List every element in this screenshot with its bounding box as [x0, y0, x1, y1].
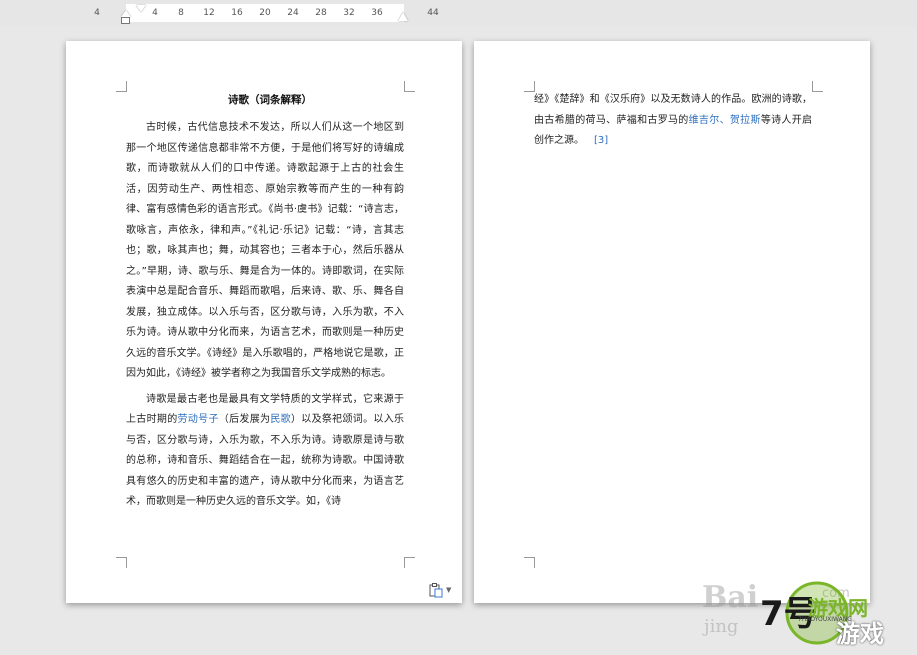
ruler-tick: 44: [427, 8, 439, 18]
link-minge[interactable]: 民歌: [270, 414, 291, 425]
link-virgil[interactable]: 维吉尔: [689, 115, 720, 126]
first-line-indent-marker[interactable]: [136, 5, 146, 12]
site-logo: 7号 游戏网 游戏 7HAOYOUXIWANG: [752, 574, 912, 655]
ruler-tick: 4: [152, 8, 158, 18]
document-page-2[interactable]: 经》《楚辞》和《汉乐府》以及无数诗人的作品。欧洲的诗歌，由古希腊的荷马、萨福和古…: [474, 41, 870, 603]
watermark: Bai jing com 7号 游戏网 游戏 7HAOYOUXIWANG: [702, 574, 917, 655]
hanging-indent-marker[interactable]: [121, 10, 131, 17]
crop-mark: [116, 557, 127, 568]
ruler-tick: 8: [178, 8, 184, 18]
ruler-tick: 20: [259, 8, 271, 18]
crop-mark: [404, 81, 415, 92]
crop-mark: [116, 81, 127, 92]
jingyan-watermark-text: jing: [704, 616, 739, 637]
ruler-tick: 28: [315, 8, 327, 18]
ruler-tick: 12: [203, 8, 215, 18]
crop-mark: [404, 557, 415, 568]
crop-mark: [524, 557, 535, 568]
baidu-watermark-text: Bai: [702, 580, 759, 615]
link-horace[interactable]: 贺拉斯: [730, 115, 761, 126]
paragraph: 诗歌是最古老也是最具有文学特质的文学样式，它来源于上古时期的劳动号子（后发展为民…: [126, 390, 404, 513]
link-separator: 、: [719, 114, 730, 126]
paragraph-text: （后发展为: [218, 414, 271, 425]
link-laodong-haozi[interactable]: 劳动号子: [178, 414, 219, 425]
paragraph: 古时候，古代信息技术不发达，所以人们从这一个地区到那一个地区传递信息都非常不方便…: [126, 122, 404, 379]
citation-link[interactable]: [3]: [594, 135, 608, 146]
logo-english: 7HAOYOUXIWANG: [798, 616, 852, 623]
document-page-1[interactable]: 诗歌（词条解释） 古时候，古代信息技术不发达，所以人们从这一个地区到那一个地区传…: [66, 41, 462, 603]
paragraph-text: ）以及祭祀颂词。以入乐与否，区分歌与诗，入乐为歌，不入乐为诗。诗歌原是诗与歌的总…: [126, 414, 405, 507]
ruler-tick: 16: [231, 8, 243, 18]
document-title: 诗歌（词条解释）: [228, 94, 312, 106]
horizontal-ruler[interactable]: 4 4 8 12 16 20 24 28 32 36 44: [0, 0, 917, 26]
left-indent-marker[interactable]: [121, 17, 130, 24]
ruler-tick: 24: [287, 8, 299, 18]
ruler-tick: 36: [371, 8, 383, 18]
right-indent-marker[interactable]: [398, 12, 408, 21]
ruler-tick: 4: [94, 8, 100, 18]
paste-options-button[interactable]: ▼: [428, 581, 454, 599]
ruler-tick: 32: [343, 8, 355, 18]
page1-body: 古时候，古代信息技术不发达，所以人们从这一个地区到那一个地区传递信息都非常不方便…: [126, 118, 404, 513]
page2-body: 经》《楚辞》和《汉乐府》以及无数诗人的作品。欧洲的诗歌，由古希腊的荷马、萨福和古…: [534, 90, 812, 152]
chevron-down-icon: ▼: [446, 586, 452, 594]
crop-mark: [812, 81, 823, 92]
clipboard-icon: [429, 583, 443, 598]
